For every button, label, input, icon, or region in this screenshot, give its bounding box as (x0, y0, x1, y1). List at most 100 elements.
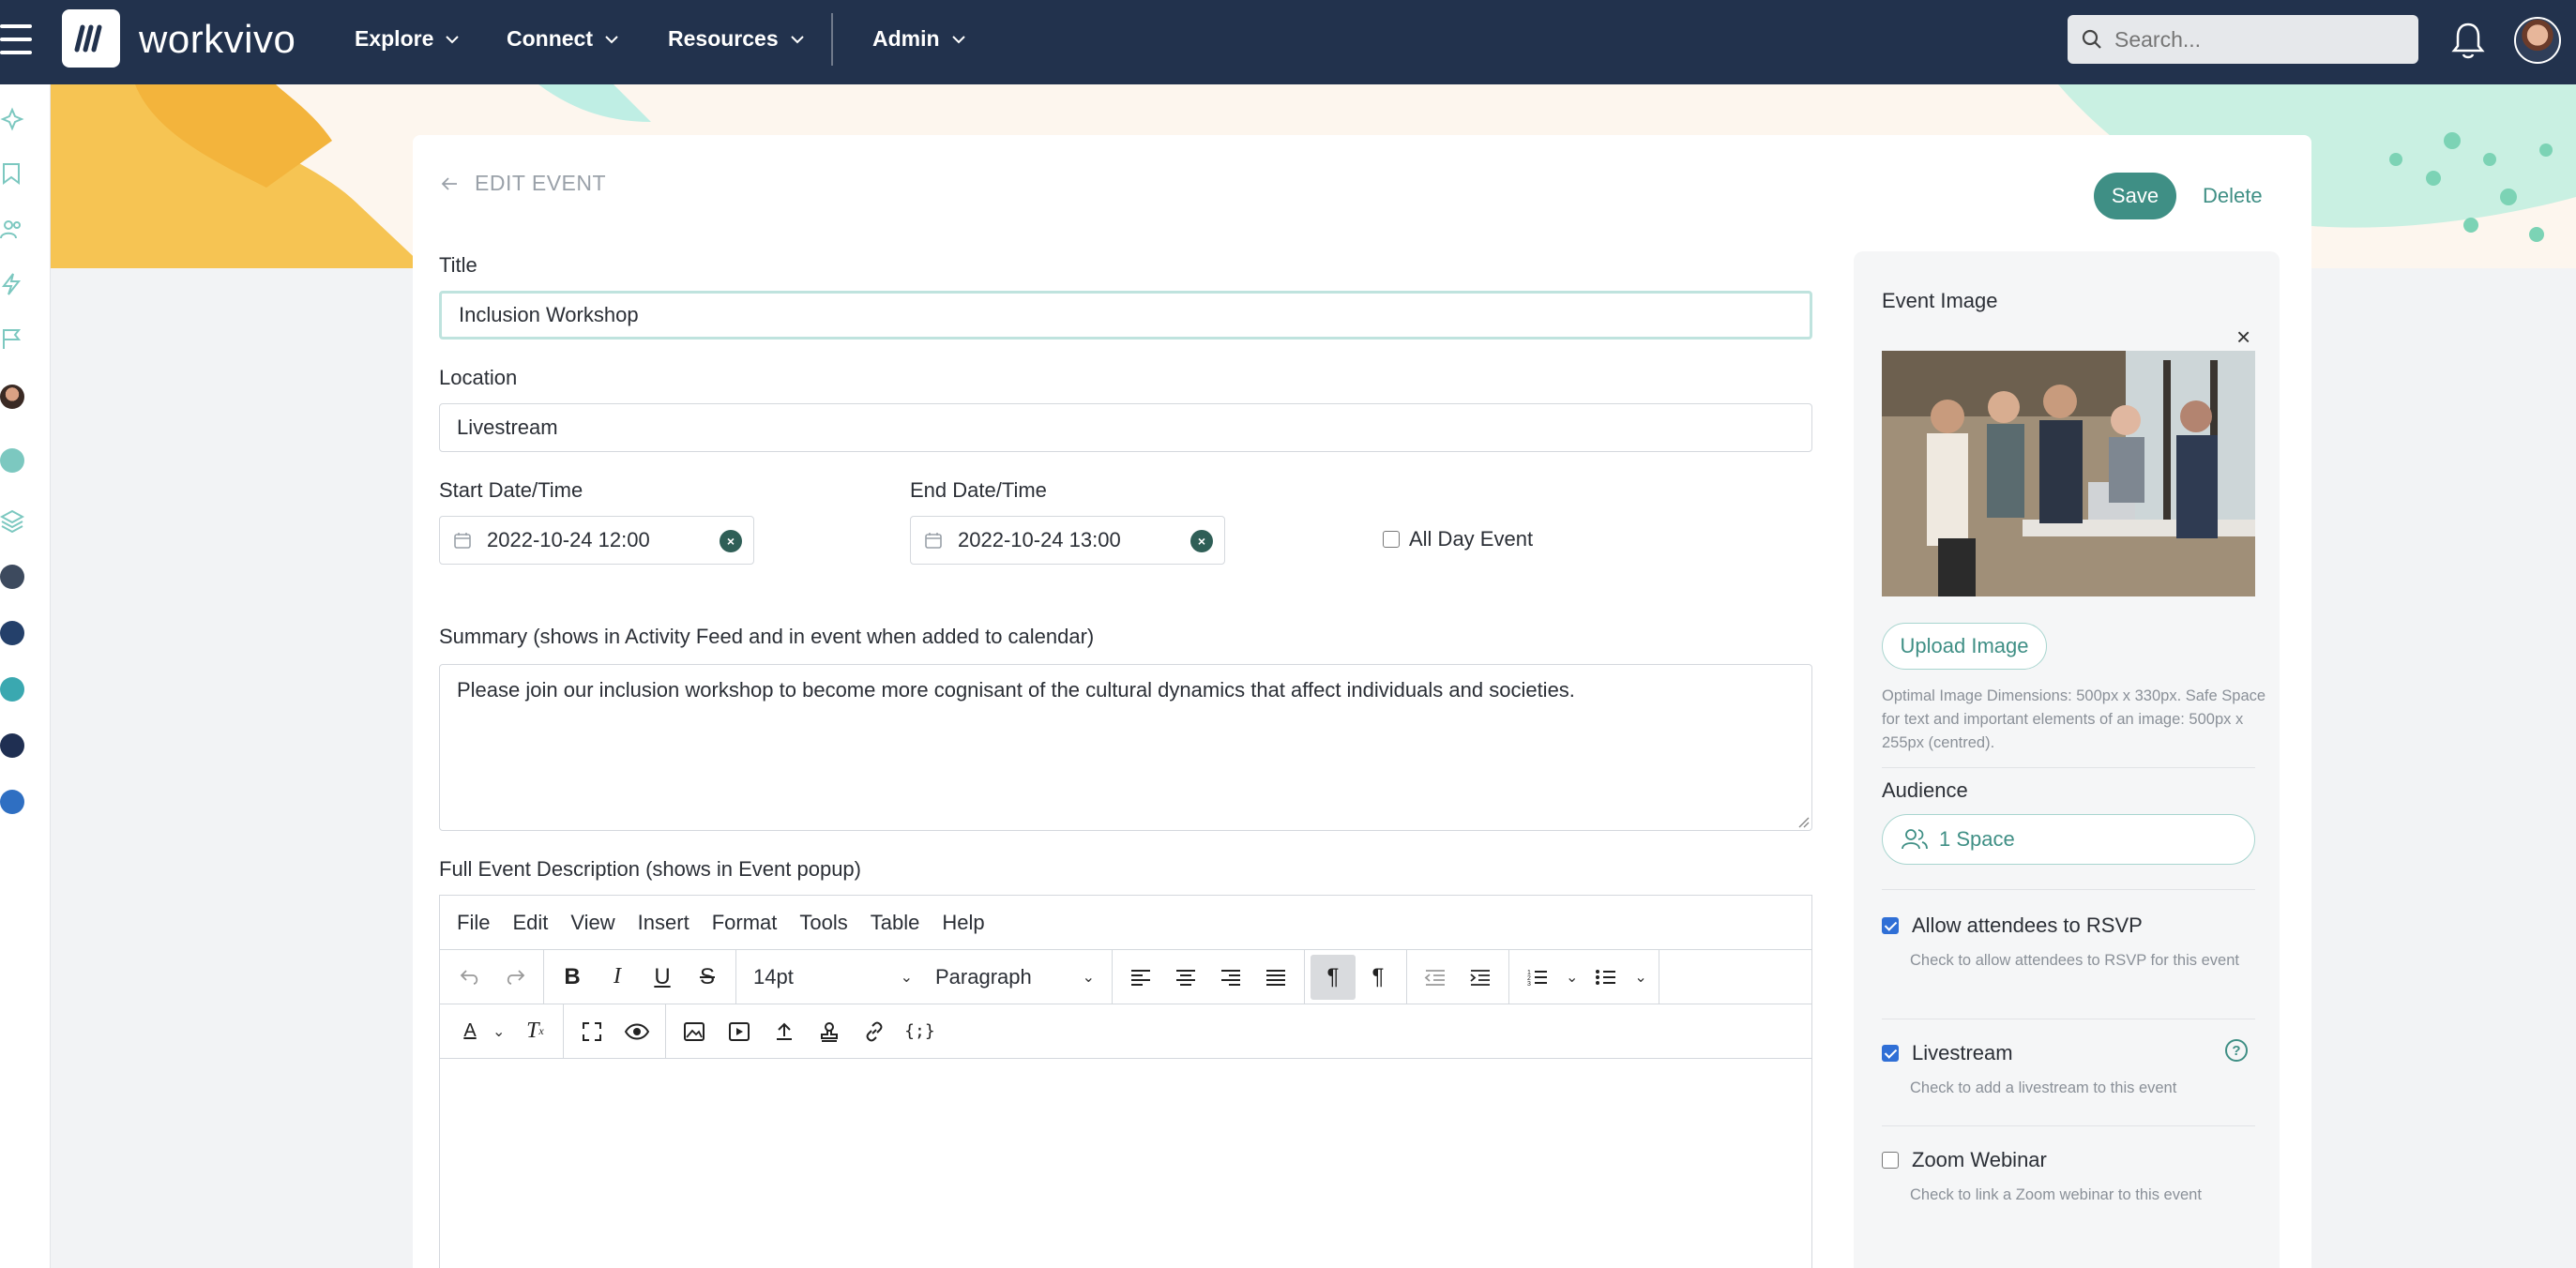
merge-tag-icon[interactable]: {;} (897, 1009, 942, 1054)
nav-admin[interactable]: Admin (872, 26, 966, 52)
nav-admin-label: Admin (872, 26, 940, 51)
globe-space-icon[interactable] (0, 733, 24, 758)
bell-icon[interactable] (2450, 21, 2486, 60)
clear-start-icon[interactable]: × (720, 530, 742, 552)
delete-button[interactable]: Delete (2203, 184, 2263, 208)
outdent-icon[interactable] (1413, 955, 1458, 1000)
nav-connect[interactable]: Connect (507, 26, 619, 52)
bookmark-icon[interactable] (0, 161, 24, 186)
menu-insert[interactable]: Insert (638, 911, 689, 935)
all-day-option[interactable]: All Day Event (1383, 527, 1533, 551)
chevron-down-icon[interactable]: ⌄ (1634, 968, 1646, 987)
search-input[interactable] (2114, 26, 2396, 53)
menu-edit[interactable]: Edit (512, 911, 548, 935)
chevron-down-icon[interactable]: ⌄ (492, 1022, 505, 1041)
menu-view[interactable]: View (570, 911, 614, 935)
bullet-list-icon[interactable] (1583, 955, 1629, 1000)
bold-icon[interactable]: B (550, 955, 595, 1000)
menu-tools[interactable]: Tools (799, 911, 847, 935)
preview-eye-icon[interactable] (614, 1009, 659, 1054)
menu-table[interactable]: Table (871, 911, 920, 935)
location-input[interactable]: Livestream (439, 403, 1812, 452)
align-center-icon[interactable] (1163, 955, 1208, 1000)
user-avatar[interactable] (2514, 17, 2561, 64)
location-input-value: Livestream (457, 415, 558, 439)
block-format-select[interactable]: Paragraph ⌄ (924, 955, 1106, 1000)
layers-icon[interactable] (0, 508, 24, 533)
close-icon[interactable]: × (2236, 323, 2250, 352)
menu-format[interactable]: Format (712, 911, 778, 935)
underline-icon[interactable]: U (640, 955, 685, 1000)
clear-end-icon[interactable]: × (1190, 530, 1213, 552)
undo-icon[interactable] (447, 955, 492, 1000)
title-input[interactable]: Inclusion Workshop (439, 291, 1812, 340)
align-right-icon[interactable] (1208, 955, 1253, 1000)
redo-icon[interactable] (492, 955, 538, 1000)
people-icon[interactable] (0, 218, 24, 242)
resize-handle-icon[interactable] (1796, 815, 1810, 828)
chevron-down-icon[interactable]: ⌄ (1566, 968, 1578, 987)
audience-heading: Audience (1882, 778, 1968, 802)
summary-textarea[interactable]: Please join our inclusion workshop to be… (439, 664, 1812, 831)
image-icon[interactable] (672, 1009, 717, 1054)
upload-icon[interactable] (762, 1009, 807, 1054)
title-label: Title (439, 253, 477, 277)
fullscreen-icon[interactable] (569, 1009, 614, 1054)
editor-content-area[interactable] (440, 1059, 1811, 1265)
back-link[interactable]: EDIT EVENT (441, 171, 606, 196)
upload-image-button[interactable]: Upload Image (1882, 623, 2047, 670)
editor-toolbar-2: A ⌄ Tx {;} (440, 1004, 1811, 1059)
end-datetime-input[interactable]: 2022-10-24 13:00 × (910, 516, 1225, 565)
audience-select-button[interactable]: 1 Space (1882, 814, 2255, 865)
menu-file[interactable]: File (457, 911, 490, 935)
numbered-list-icon[interactable]: 123 (1515, 955, 1560, 1000)
edit-event-card: EDIT EVENT Save Delete Title Inclusion W… (413, 135, 2311, 1268)
align-justify-icon[interactable] (1253, 955, 1298, 1000)
head-space-icon[interactable] (0, 621, 24, 645)
link-icon[interactable] (852, 1009, 897, 1054)
block-format-value: Paragraph (935, 964, 1032, 989)
search-box[interactable] (2068, 15, 2418, 64)
rsvp-option[interactable]: Allow attendees to RSVP (1882, 913, 2143, 938)
nav-resources[interactable]: Resources (668, 26, 805, 52)
network-space-icon[interactable] (0, 677, 24, 702)
strikethrough-icon[interactable]: S (685, 955, 730, 1000)
zoom-option[interactable]: Zoom Webinar (1882, 1148, 2047, 1172)
nav-explore[interactable]: Explore (355, 26, 460, 52)
toolbar-divider (735, 949, 736, 1004)
workvivo-logo-icon[interactable] (62, 9, 120, 68)
page-title: EDIT EVENT (475, 171, 607, 195)
text-color-icon[interactable]: A (447, 1009, 492, 1054)
rtl-direction-icon[interactable]: ¶ (1356, 955, 1401, 1000)
livestream-option[interactable]: Livestream (1882, 1041, 2013, 1065)
chevron-down-icon: ⌄ (900, 969, 913, 986)
save-button[interactable]: Save (2094, 173, 2176, 219)
space-avatar-icon[interactable] (0, 385, 24, 409)
menu-help[interactable]: Help (942, 911, 984, 935)
rsvp-checkbox[interactable] (1882, 917, 1899, 934)
rsvp-hint: Check to allow attendees to RSVP for thi… (1910, 952, 2239, 969)
lightning-icon[interactable] (0, 272, 24, 296)
flag-icon[interactable] (0, 326, 24, 351)
italic-icon[interactable]: I (595, 955, 640, 1000)
chevron-down-icon (446, 35, 460, 43)
video-icon[interactable] (717, 1009, 762, 1054)
rocket-space-icon[interactable] (0, 790, 24, 814)
livestream-checkbox[interactable] (1882, 1045, 1899, 1062)
all-day-checkbox[interactable] (1383, 531, 1400, 548)
align-left-icon[interactable] (1118, 955, 1163, 1000)
arrow-left-icon (441, 176, 457, 190)
font-size-select[interactable]: 14pt ⌄ (742, 955, 924, 1000)
zoom-checkbox[interactable] (1882, 1152, 1899, 1169)
start-datetime-input[interactable]: 2022-10-24 12:00 × (439, 516, 754, 565)
indent-icon[interactable] (1458, 955, 1503, 1000)
clear-formatting-icon[interactable]: Tx (512, 1009, 557, 1054)
stamp-icon[interactable] (807, 1009, 852, 1054)
sparkle-icon[interactable] (0, 107, 24, 131)
compass-icon[interactable] (0, 448, 24, 473)
megaphone-space-icon[interactable] (0, 565, 24, 589)
ltr-direction-icon[interactable]: ¶ (1311, 954, 1356, 1000)
menu-icon[interactable] (0, 24, 32, 58)
help-circle-icon[interactable]: ? (2225, 1039, 2248, 1062)
chevron-down-icon (790, 35, 804, 43)
